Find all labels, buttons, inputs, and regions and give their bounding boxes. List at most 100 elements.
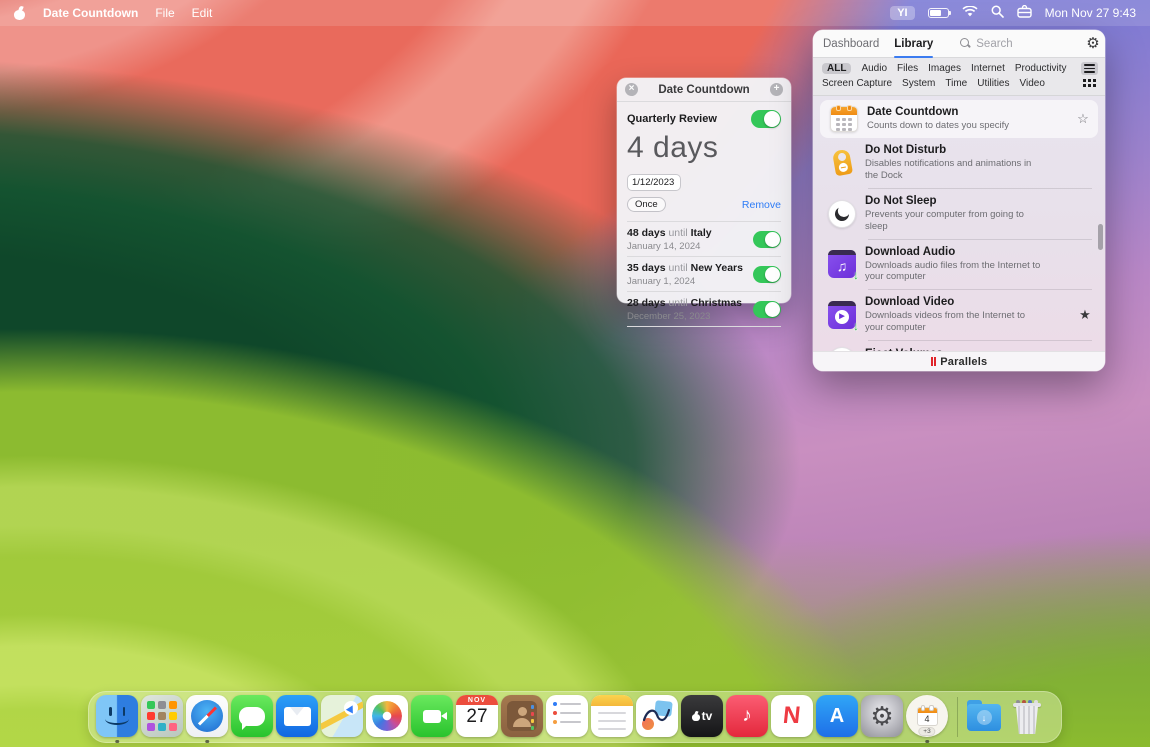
category-screen-capture[interactable]: Screen Capture [822,78,892,89]
menu-file[interactable]: File [155,6,174,20]
tab-library[interactable]: Library [894,30,933,58]
apple-menu-icon[interactable] [14,7,26,20]
category-audio[interactable]: Audio [861,63,887,74]
event-row-new-years[interactable]: 35 days until New Years January 1, 2024 [627,257,781,292]
tool-eject-volumes[interactable]: Eject VolumesEjects volumes mounted on D… [820,341,1098,351]
star-filled-icon[interactable]: ★ [1075,307,1095,323]
dock-reminders[interactable] [546,695,588,739]
scrollbar-thumb[interactable] [1098,224,1103,250]
category-time[interactable]: Time [945,78,967,89]
star-outline-icon[interactable]: ☆ [1073,111,1093,127]
dock: NOV 27 [88,691,1062,743]
grid-view-icon[interactable] [1083,79,1096,87]
tab-dashboard[interactable]: Dashboard [823,30,879,58]
window-titlebar[interactable]: Date Countdown × + [617,78,791,102]
parallels-brand-name: Parallels [940,356,987,368]
tool-date-countdown[interactable]: Date CountdownCounts down to dates you s… [820,100,1098,138]
window-title: Date Countdown [617,84,791,96]
dock-date-countdown[interactable]: 4 +3 [906,695,948,739]
spotlight-search-icon[interactable] [991,5,1004,21]
category-productivity[interactable]: Productivity [1015,63,1067,74]
news-icon: N [771,695,813,737]
music-icon: ♪ [726,695,768,737]
dock-divider [957,697,958,737]
reminders-icon [546,695,588,737]
dock-safari[interactable] [186,695,228,739]
dock-apple-tv[interactable]: tv [681,695,723,739]
dock-facetime[interactable] [411,695,453,739]
category-system[interactable]: System [902,78,935,89]
desktop: Date Countdown File Edit YI Mon Nov 27 9… [0,0,1150,747]
menu-clock[interactable]: Mon Nov 27 9:43 [1045,6,1136,20]
tool-do-not-sleep[interactable]: Do Not SleepPrevents your computer from … [820,189,1098,239]
dock-freeform[interactable] [636,695,678,739]
dock-messages[interactable] [231,695,273,739]
input-source-badge[interactable]: YI [890,6,914,20]
event-name-label: Quarterly Review [627,113,717,125]
dock-finder[interactable] [96,695,138,739]
dock-mail[interactable] [276,695,318,739]
category-files[interactable]: Files [897,63,918,74]
dock-contacts[interactable] [501,695,543,739]
remove-link[interactable]: Remove [742,199,781,211]
system-settings-icon: ⚙ [861,695,903,737]
date-countdown-icon [830,106,858,132]
toggle-quarterly-review[interactable] [751,110,781,128]
tool-download-audio[interactable]: ♫↓ Download AudioDownloads audio files f… [820,240,1098,290]
repeat-button[interactable]: Once [627,197,666,212]
battery-icon[interactable] [928,8,949,18]
menu-edit[interactable]: Edit [192,6,213,20]
event-list: 48 days until Italy January 14, 2024 35 … [627,221,781,327]
menu-bar: Date Countdown File Edit YI Mon Nov 27 9… [0,0,1150,26]
date-countdown-app-icon: 4 +3 [906,695,948,737]
messages-icon [231,695,273,737]
facetime-icon [411,695,453,737]
dock-app-store[interactable]: A [816,695,858,739]
category-internet[interactable]: Internet [971,63,1005,74]
category-images[interactable]: Images [928,63,961,74]
event-row-christmas[interactable]: 28 days until Christmas December 25, 202… [627,292,781,327]
add-icon[interactable]: + [770,83,783,96]
days-remaining: 4 days [627,131,781,165]
search-input[interactable] [976,38,1086,50]
close-icon[interactable]: × [625,83,638,96]
panel-header: Dashboard Library ⚙ [813,30,1105,58]
category-video[interactable]: Video [1019,78,1044,89]
panel-footer: Parallels [813,351,1105,371]
dock-news[interactable]: N [771,695,813,739]
gear-icon[interactable]: ⚙ [1086,36,1099,51]
download-arrow-icon: ↓ [853,268,859,282]
download-arrow-icon: ↓ [853,319,859,333]
toggle-christmas[interactable] [753,301,781,318]
safari-icon [186,695,228,737]
toggle-new-years[interactable] [753,266,781,283]
tool-do-not-disturb[interactable]: Do Not DisturbDisables notifications and… [820,138,1098,188]
dock-launchpad[interactable] [141,695,183,739]
date-input[interactable] [627,174,681,191]
menu-app-name[interactable]: Date Countdown [43,6,138,20]
do-not-disturb-icon [831,149,852,177]
toggle-italy[interactable] [753,231,781,248]
category-filters: ALL Audio Files Images Internet Producti… [813,58,1105,96]
dock-system-settings[interactable]: ⚙ [861,695,903,739]
wifi-icon[interactable] [962,6,978,20]
category-all[interactable]: ALL [822,63,851,74]
search-icon [960,38,971,49]
dock-calendar[interactable]: NOV 27 [456,695,498,739]
download-audio-icon: ♫↓ [828,250,856,278]
dock-music[interactable]: ♪ [726,695,768,739]
toolbox-menu-icon[interactable] [1017,5,1032,21]
dock-downloads[interactable]: ↓ [967,695,1009,739]
trash-full-icon [1012,700,1042,734]
tool-download-video[interactable]: ▶↓ Download VideoDownloads videos from t… [820,290,1098,340]
dock-photos[interactable] [366,695,408,739]
event-row-italy[interactable]: 48 days until Italy January 14, 2024 [627,222,781,257]
dock-trash[interactable] [1012,695,1054,739]
dock-notes[interactable] [591,695,633,739]
dock-maps[interactable] [321,695,363,739]
eject-volumes-icon [828,347,856,351]
window-body: Quarterly Review 4 days Once Remove 48 d… [617,102,791,327]
category-utilities[interactable]: Utilities [977,78,1009,89]
list-view-icon[interactable] [1081,62,1098,75]
finder-icon [96,695,138,737]
